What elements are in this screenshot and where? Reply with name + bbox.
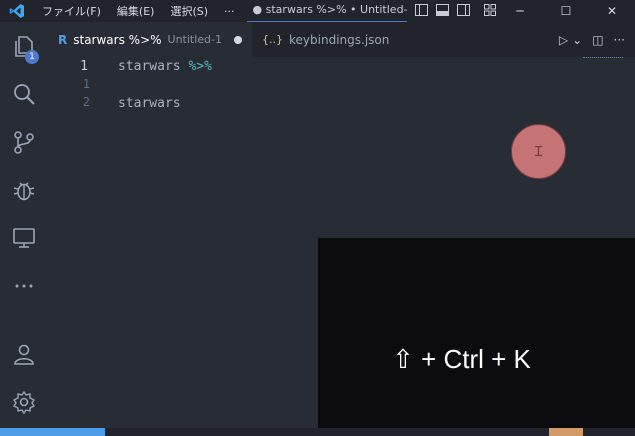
vscode-logo-icon: [0, 0, 34, 22]
code-line[interactable]: starwars %>%: [118, 59, 212, 74]
remote-explorer-icon[interactable]: [0, 214, 48, 262]
close-button[interactable]: ✕: [589, 0, 635, 22]
accounts-icon[interactable]: [0, 330, 48, 378]
menu-edit[interactable]: 編集(E): [109, 3, 163, 19]
status-highlight[interactable]: [549, 428, 583, 436]
source-control-icon[interactable]: [0, 118, 48, 166]
code-operator: %>%: [188, 59, 212, 74]
mouse-click-indicator: Ɪ: [511, 124, 566, 179]
customize-layout-icon[interactable]: [483, 3, 496, 19]
unsaved-dot-icon[interactable]: [234, 35, 243, 44]
toggle-secondary-sidebar-icon[interactable]: [456, 3, 470, 19]
chevron-down-icon[interactable]: ⌄: [572, 33, 582, 47]
split-editor-icon[interactable]: ◫: [592, 33, 603, 47]
editor-tabs: R starwars %>% Untitled-1 {..} keybindin…: [48, 22, 635, 57]
code-identifier: starwars: [118, 59, 181, 74]
line-number: 1: [82, 77, 90, 91]
r-file-icon: R: [58, 32, 68, 47]
menu-selection[interactable]: 選択(S): [162, 3, 216, 19]
tab-description: Untitled-1: [167, 33, 223, 46]
tab-label: starwars %>%: [73, 32, 162, 47]
search-icon[interactable]: [0, 70, 48, 118]
tab-keybindings[interactable]: {..} keybindings.json: [252, 22, 399, 57]
minimize-button[interactable]: ─: [497, 0, 543, 22]
menu-file[interactable]: ファイル(F): [34, 3, 109, 19]
menu-more[interactable]: ···: [216, 5, 243, 18]
more-actions-icon[interactable]: ···: [614, 33, 625, 47]
settings-gear-icon[interactable]: [0, 378, 48, 426]
line-number: 1: [80, 59, 88, 74]
explorer-badge: 1: [25, 50, 39, 64]
explorer-icon[interactable]: 1: [0, 22, 48, 70]
activity-bar: 1: [0, 22, 48, 428]
json-file-icon: {..}: [262, 33, 284, 46]
toggle-sidebar-icon[interactable]: [414, 3, 428, 19]
run-debug-icon[interactable]: [0, 166, 48, 214]
remote-indicator[interactable]: [0, 428, 105, 436]
status-bar: [0, 428, 635, 436]
tab-label: keybindings.json: [289, 32, 390, 47]
title-bar: ファイル(F) 編集(E) 選択(S) ··· ● starwars %>% •…: [0, 0, 635, 22]
tab-starwars[interactable]: R starwars %>% Untitled-1: [48, 22, 253, 57]
maximize-button[interactable]: ☐: [543, 0, 589, 22]
window-title: ● starwars %>% • Untitled-1...: [246, 0, 407, 22]
toggle-panel-icon[interactable]: [435, 3, 449, 19]
more-views-icon[interactable]: [0, 262, 48, 310]
text-cursor-icon: Ɪ: [534, 144, 543, 160]
run-icon[interactable]: ▷: [559, 33, 568, 47]
line-number: 2: [82, 95, 90, 109]
code-line[interactable]: starwars: [118, 96, 181, 111]
keystroke-text: ⇧ + Ctrl + K: [392, 343, 531, 374]
minimap[interactable]: [583, 57, 623, 61]
keystroke-overlay: ⇧ + Ctrl + K: [318, 238, 635, 432]
